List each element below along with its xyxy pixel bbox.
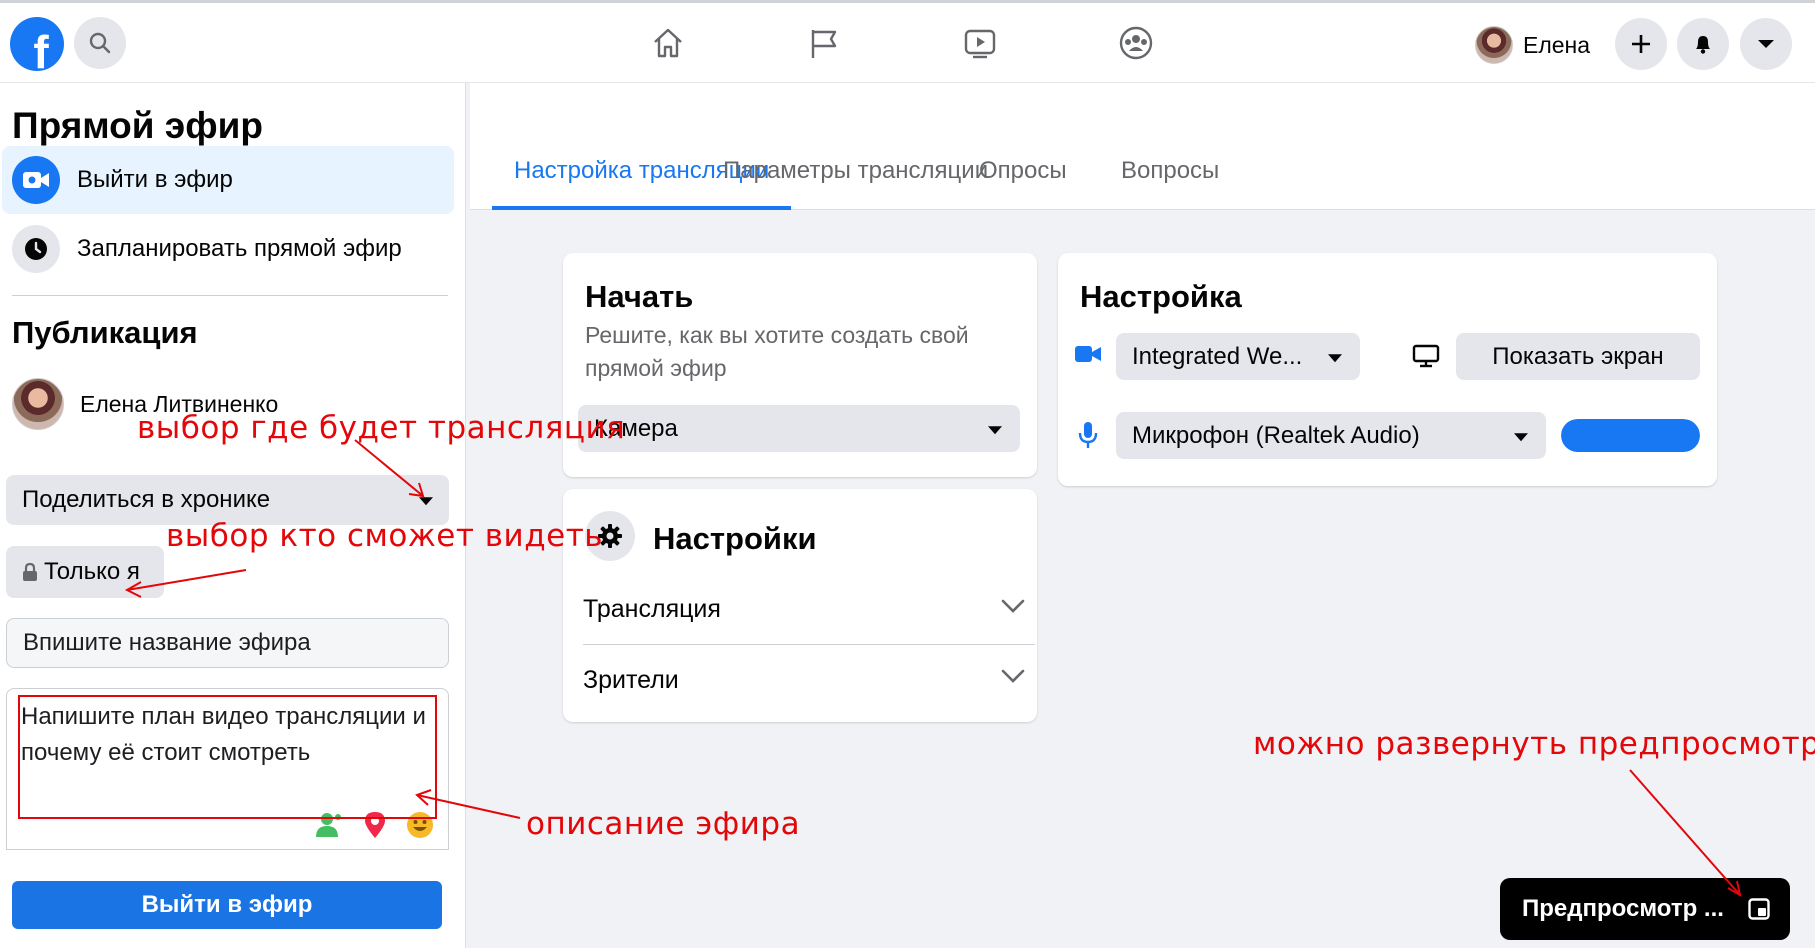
- preview-panel[interactable]: Предпросмотр ...: [1500, 878, 1790, 940]
- camera-select-value: Integrated We...: [1132, 342, 1303, 370]
- start-card-title: Начать: [585, 279, 694, 314]
- privacy-button[interactable]: Только я: [6, 546, 164, 598]
- lock-icon: [23, 562, 37, 581]
- microphone-select-value: Микрофон (Realtek Audio): [1132, 421, 1420, 449]
- microphone-icon: [1078, 422, 1098, 448]
- annotation-who: выбор кто сможет видеть: [166, 518, 604, 554]
- notifications-button[interactable]: [1677, 18, 1729, 70]
- mic-level-fill: [1561, 419, 1700, 452]
- tab-questions[interactable]: Вопросы: [1099, 149, 1241, 210]
- expand-icon[interactable]: [1748, 898, 1770, 920]
- nav-home[interactable]: [648, 23, 688, 63]
- annotation-highlight-box: [18, 695, 437, 819]
- caret-down-icon: [1514, 432, 1528, 441]
- video-camera-icon: [1075, 346, 1101, 362]
- tab-polls[interactable]: Опросы: [957, 149, 1089, 210]
- annotation-where: выбор где будет трансляция: [137, 410, 626, 446]
- bell-icon: [1696, 36, 1710, 54]
- share-destination-value: Поделиться в хронике: [22, 486, 271, 513]
- page-title: Прямой эфир: [12, 105, 263, 146]
- accordion-label: Трансляция: [583, 595, 721, 623]
- share-screen-button[interactable]: Показать экран: [1456, 333, 1700, 380]
- chevron-down-icon: [1001, 669, 1025, 683]
- microphone-select[interactable]: Микрофон (Realtek Audio): [1116, 412, 1546, 459]
- sidebar-item-label: Запланировать прямой эфир: [77, 235, 402, 262]
- privacy-label: Только я: [44, 558, 140, 585]
- top-bar: f Елена: [0, 0, 1815, 83]
- groups-icon: [1119, 26, 1153, 60]
- caret-down-icon: [988, 425, 1002, 434]
- sidebar-item-go-live[interactable]: Выйти в эфир: [2, 146, 454, 214]
- stream-title-input[interactable]: Впишите название эфира: [6, 618, 449, 668]
- setup-card-title: Настройка: [1080, 279, 1242, 314]
- nav-watch[interactable]: [960, 23, 1000, 63]
- accordion-viewers[interactable]: Зрители: [583, 645, 1035, 715]
- caret-down-icon: [419, 497, 433, 506]
- source-select[interactable]: Камера: [578, 405, 1020, 452]
- user-name: Елена: [1523, 31, 1591, 58]
- settings-card-title: Настройки: [653, 521, 817, 556]
- avatar: [1475, 26, 1513, 64]
- settings-card: Настройки Трансляция Зрители: [563, 489, 1037, 722]
- monitor-icon: [1412, 344, 1440, 368]
- camera-select[interactable]: Integrated We...: [1116, 333, 1360, 380]
- create-button[interactable]: [1615, 18, 1667, 70]
- mic-level-meter: [1561, 419, 1700, 452]
- section-title-publication: Публикация: [12, 315, 198, 350]
- profile-shortcut[interactable]: Елена: [1475, 23, 1590, 67]
- preview-label: Предпросмотр ...: [1522, 895, 1724, 922]
- share-screen-label: Показать экран: [1492, 342, 1664, 370]
- search-button[interactable]: [74, 17, 126, 69]
- home-icon: [654, 28, 682, 58]
- nav-groups[interactable]: [1116, 23, 1156, 63]
- nav-pages[interactable]: [804, 23, 844, 63]
- start-card: Начать Решите, как вы хотите создать сво…: [563, 253, 1037, 477]
- sidebar-item-label: Выйти в эфир: [77, 166, 233, 193]
- setup-card: Настройка Integrated We... Показать экра…: [1058, 253, 1717, 486]
- caret-down-icon: [1328, 353, 1342, 362]
- facebook-logo-icon[interactable]: f: [10, 17, 64, 71]
- clock-icon: [12, 225, 60, 273]
- search-icon: [89, 32, 111, 54]
- video-play-icon: [964, 29, 996, 59]
- annotation-description: описание эфира: [526, 806, 801, 842]
- accordion-label: Зрители: [583, 665, 679, 694]
- plus-icon: [1632, 35, 1650, 53]
- annotation-preview: можно развернуть предпросмотр: [1253, 726, 1815, 762]
- start-card-subtitle: Решите, как вы хотите создать свой прямо…: [585, 322, 969, 381]
- account-menu-button[interactable]: [1740, 18, 1792, 70]
- tab-bar: Настройка трансляции Параметры трансляци…: [470, 83, 1815, 210]
- flag-icon: [811, 30, 837, 58]
- caret-down-icon: [1758, 40, 1774, 48]
- arrow-preview: [1629, 769, 1741, 896]
- logo-letter: f: [33, 26, 49, 71]
- avatar: [12, 378, 64, 430]
- camera-icon: [12, 156, 60, 204]
- chevron-down-icon: [1001, 599, 1025, 613]
- go-live-button[interactable]: Выйти в эфир: [12, 881, 442, 929]
- sidebar-item-schedule[interactable]: Запланировать прямой эфир: [2, 215, 454, 283]
- accordion-stream[interactable]: Трансляция: [583, 575, 1035, 645]
- divider: [12, 295, 448, 296]
